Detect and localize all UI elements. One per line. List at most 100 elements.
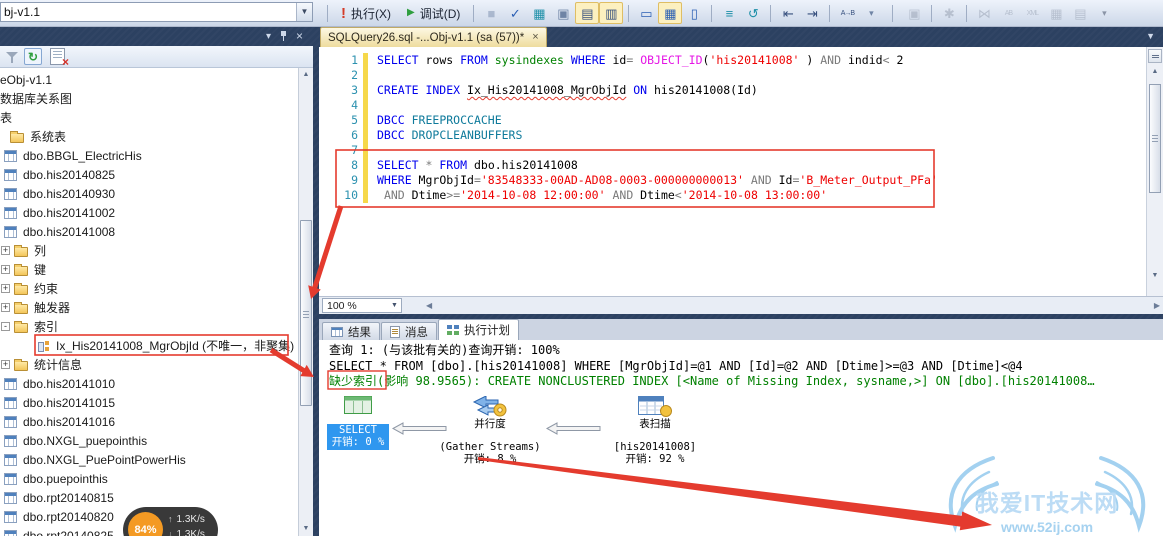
tree-item[interactable]: dbo.BBGL_ElectricHis [0,146,313,165]
tree-item[interactable]: Ix_His20141008_MgrObjId (不唯一，非聚集) [0,336,313,355]
results-to-file-button[interactable]: ▯ [682,2,706,24]
filter-icon[interactable] [5,50,19,64]
tab-list-chevron-icon[interactable]: ▼ [1146,31,1155,41]
tree-item[interactable]: -索引 [0,317,313,336]
toolbar-buttons: !执行(X)▶调试(D)■✓▦▣▤▥▭▦▯≡↺⇤⇥A→B▾▣✱⋈ABXML▦▤▾ [322,0,1116,26]
tree-item[interactable]: eObj-v1.1 [0,70,313,89]
pin-icon[interactable] [280,31,287,42]
client-statistics-button[interactable]: ▥ [599,2,623,24]
tree-item[interactable]: +列 [0,241,313,260]
increase-indent-button[interactable]: ⇥ [800,2,824,24]
parse-button[interactable]: ✓ [503,2,527,24]
plan-node-select[interactable]: SELECT开销: 0 % [298,396,418,450]
scroll-right-icon[interactable]: ▶ [1154,301,1160,310]
table-icon [4,150,17,162]
scroll-up-icon[interactable]: ▲ [1147,66,1163,78]
tree-item[interactable]: dbo.his20141008 [0,222,313,241]
scrollbar-grip [1152,135,1158,136]
refresh-icon[interactable]: ↻ [24,48,42,65]
tree-item[interactable]: dbo.rpt20140815 [0,488,313,507]
tree-item-label: dbo.his20140825 [23,168,115,182]
tree-item-label: dbo.his20140930 [23,187,115,201]
sidebar-scrollbar[interactable]: ▲ ▼ [298,68,313,536]
tree-item[interactable]: dbo.NXGL_PuePointPowerHis [0,450,313,469]
net-speed-widget[interactable]: 84% ↑1.3K/s ↓1.3K/s [123,507,218,536]
tree-expander-icon[interactable]: + [1,360,10,369]
chevron-down-icon[interactable]: ▼ [296,3,312,21]
uncomment-button[interactable]: ↺ [741,2,765,24]
stop-process-icon[interactable] [50,48,65,65]
code-text: SELECT * FROM dbo.his20141008 [358,158,578,173]
tree-item[interactable]: +统计信息 [0,355,313,374]
tree-expander-icon[interactable]: + [1,303,10,312]
scrollbar-thumb[interactable] [300,220,312,406]
split-editor-handle[interactable] [1148,49,1162,63]
tree-item[interactable]: dbo.his20140825 [0,165,313,184]
zoom-combo[interactable]: 100 % ▼ [322,298,402,313]
estimated-plan-button[interactable]: ▦ [527,2,551,24]
tree-item[interactable]: dbo.puepointhis [0,469,313,488]
tree-item[interactable]: +约束 [0,279,313,298]
close-icon[interactable]: × [296,29,303,43]
line-number: 5 [319,113,358,128]
actual-plan-button[interactable]: ▤ [575,2,599,24]
results-tab-执行计划[interactable]: 执行计划 [438,319,519,340]
tree-item-label: 键 [34,261,46,278]
tree-item[interactable]: +触发器 [0,298,313,317]
editor-horizontal-scrollbar[interactable]: 100 % ▼ ◀ ▶ [319,296,1163,314]
code-line: 6DBCC DROPCLEANBUFFERS [319,128,1146,143]
folder-icon [14,266,28,276]
plan-node-sub: [his20141008] [595,441,715,453]
database-combo[interactable]: bj-v1.1 ▼ [0,2,313,22]
chevron-down-icon[interactable]: ▼ [388,302,401,309]
tree-item[interactable]: 表 [0,108,313,127]
decrease-indent-button[interactable]: ⇤ [776,2,800,24]
tree-item[interactable]: dbo.his20140930 [0,184,313,203]
tree-item[interactable]: dbo.his20141016 [0,412,313,431]
tree-item-label: eObj-v1.1 [0,73,52,87]
tab-close-icon[interactable]: × [532,32,538,43]
plan-node-tablescan[interactable]: 表扫描[his20141008]开销: 92 % [595,396,715,465]
results-to-grid-button[interactable]: ▦ [658,2,682,24]
tree-expander-icon[interactable]: + [1,284,10,293]
document-tab[interactable]: SQLQuery26.sql -...Obj-v1.1 (sa (57))* × [320,27,547,47]
query-options-button[interactable]: ▣ [551,2,575,24]
line-number: 9 [319,173,358,188]
folder-icon [14,247,28,257]
increase-indent-icon: ⇥ [807,7,818,20]
debug-button[interactable]: ▶调试(D) [399,3,468,24]
tree-expander-icon[interactable]: + [1,246,10,255]
window-position-icon[interactable]: ▾ [266,31,271,42]
scroll-down-icon[interactable]: ▼ [1147,270,1163,282]
toolbar-overflow-button[interactable]: ▾ [859,2,883,24]
sql-code-editor[interactable]: 1SELECT rows FROM sysindexes WHERE id= O… [319,47,1146,296]
tree-item[interactable]: dbo.his20141002 [0,203,313,222]
table-icon [4,207,17,219]
xml-editor-button: XML [1020,2,1044,24]
tree-item[interactable]: 系统表 [0,127,313,146]
execute-button[interactable]: !执行(X) [333,3,399,24]
results-to-text-button[interactable]: ▭ [634,2,658,24]
tree-item-label: 列 [34,242,46,259]
scroll-left-icon[interactable]: ◀ [426,301,432,310]
actual-plan-icon: ▤ [581,7,593,20]
toolbar-overflow-button-2[interactable]: ▾ [1092,2,1116,24]
scroll-down-icon[interactable]: ▼ [299,522,313,536]
results-tab-结果[interactable]: 结果 [322,322,380,340]
specify-values-button[interactable]: A→B [835,2,859,24]
plan-node-parallelism[interactable]: 并行度(Gather Streams)开销: 8 % [430,396,550,465]
results-tab-消息[interactable]: 消息 [381,322,437,340]
scroll-up-icon[interactable]: ▲ [299,68,313,82]
tree-item[interactable]: dbo.his20141015 [0,393,313,412]
tree-expander-icon[interactable]: - [1,322,10,331]
tree-item[interactable]: +键 [0,260,313,279]
table-icon [4,416,17,428]
tree-item[interactable]: 数据库关系图 [0,89,313,108]
editor-vertical-scrollbar[interactable]: ▲ ▼ [1146,47,1163,296]
comment-button[interactable]: ≡ [717,2,741,24]
tree-item[interactable]: dbo.NXGL_puepointhis [0,431,313,450]
plan-node-cost: 开销: 0 % [327,437,389,449]
scrollbar-thumb[interactable] [1149,84,1161,193]
tree-item[interactable]: dbo.his20141010 [0,374,313,393]
tree-expander-icon[interactable]: + [1,265,10,274]
